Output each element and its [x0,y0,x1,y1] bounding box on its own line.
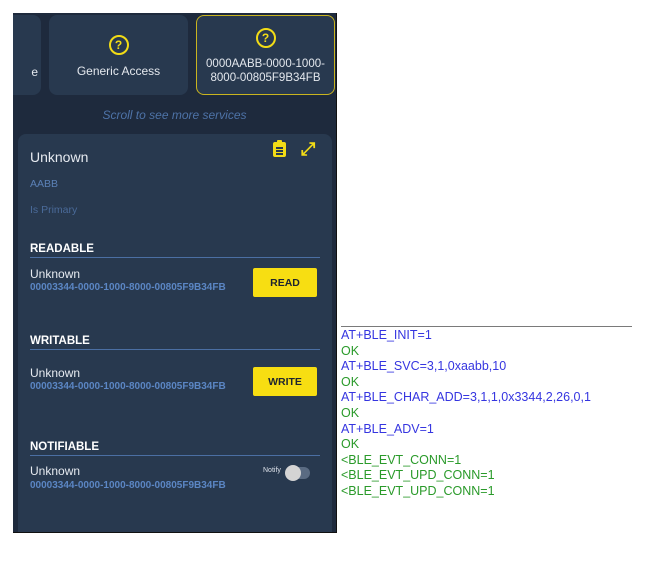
console-line: AT+BLE_INIT=1 [341,328,432,342]
service-card-label: Generic Access [76,64,161,78]
section-notifiable-heading: NOTIFIABLE [30,441,320,456]
service-card-label: e [31,65,38,79]
help-circle-icon: ? [255,28,276,48]
console-line: AT+BLE_CHAR_ADD=3,1,1,0x3344,2,26,0,1 [341,390,591,405]
service-detail-card: Unknown ⤢ AABB Is Primary READABLE Unkno… [18,134,332,532]
service-title: Unknown [30,149,89,165]
read-button[interactable]: READ [253,268,317,297]
console-line: AT+BLE_ADV=1 [341,421,434,436]
service-card-generic-access[interactable]: ? Generic Access [49,15,188,95]
section-writable-heading: WRITABLE [30,335,320,350]
characteristic-name: Unknown [30,464,81,478]
service-card-label: 0000AABB-0000-1000-8000-00805F9B34FB [206,58,325,84]
console-line: AT+BLE_SVC=3,1,0xaabb,10 [341,359,507,374]
scroll-hint: Scroll to see more services [102,108,247,122]
expand-icon[interactable]: ⤢ [301,140,315,158]
console-line: <BLE_EVT_CONN=1 [341,452,462,467]
characteristic-name: Unknown [30,267,81,281]
help-circle-icon: ? [108,35,129,55]
notify-toggle[interactable] [285,465,310,481]
write-button[interactable]: WRITE [253,367,317,396]
notify-label: Notify [263,467,281,474]
section-readable-heading: READABLE [30,243,320,258]
console-line: <BLE_EVT_UPD_CONN=1 [341,468,495,483]
toggle-knob [285,465,301,481]
console-line: <BLE_EVT_UPD_CONN=1 [341,483,495,498]
service-card-aabb[interactable]: ? 0000AABB-0000-1000-8000-00805F9B34FB [196,15,335,95]
console-line: OK [341,343,360,358]
service-uuid: AABB [30,178,59,190]
serial-console: AT+BLE_INIT=1 OK AT+BLE_SVC=3,1,0xaabb,1… [341,326,632,528]
primary-label: Is Primary [30,204,78,216]
console-line: OK [341,437,360,452]
service-card-partial[interactable]: e [13,15,41,95]
characteristic-name: Unknown [30,366,81,380]
console-line: OK [341,374,360,389]
phone-screen: e ? Generic Access ? 0000AABB-0000-1000-… [13,13,337,533]
characteristic-uuid: 00003344-0000-1000-8000-00805F9B34FB [30,381,226,392]
clipboard-icon[interactable] [273,140,286,157]
console-line: OK [341,405,360,420]
characteristic-uuid: 00003344-0000-1000-8000-00805F9B34FB [30,282,226,293]
characteristic-uuid: 00003344-0000-1000-8000-00805F9B34FB [30,480,226,491]
